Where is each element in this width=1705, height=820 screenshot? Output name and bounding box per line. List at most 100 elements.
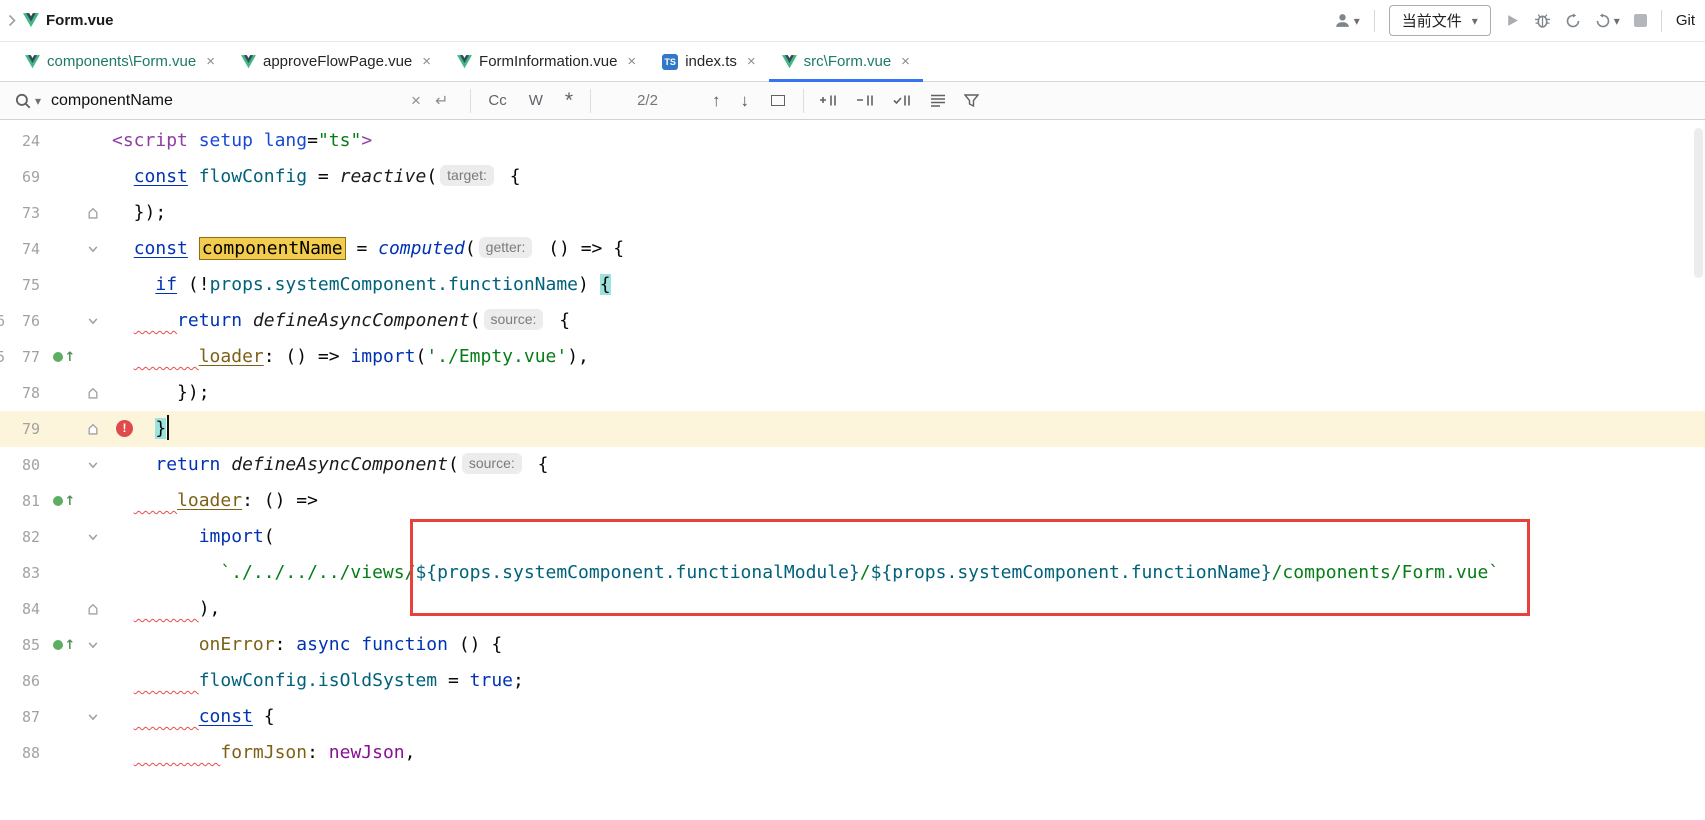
code-line-78[interactable]: 78 }); [0,375,1705,411]
code-text[interactable]: }); [104,195,1705,231]
fold-down-icon[interactable] [82,231,104,267]
code-text[interactable]: ), [104,591,1705,627]
fold-down-icon[interactable] [82,519,104,555]
code-text[interactable]: const { [104,699,1705,735]
scrollbar-thumb[interactable] [1694,128,1703,278]
search-mode-button[interactable]: ▾ [14,92,41,110]
whole-words-toggle[interactable]: W [529,92,543,109]
tab-index.ts[interactable]: TSindex.ts× [649,42,768,81]
code-line-82[interactable]: 82 import( [0,519,1705,555]
code-line-77[interactable]: 577↑ loader: () => import('./Empty.vue')… [0,339,1705,375]
fold-down-icon[interactable] [82,699,104,735]
code-line-85[interactable]: 85↑ onError: async function () { [0,627,1705,663]
editor[interactable]: 24 <script setup lang="ts"> 69 const flowC… [0,120,1705,820]
code-line-83[interactable]: 83 `./../../../views/${props.systemCompo… [0,555,1705,591]
line-number[interactable]: 87 [0,699,46,735]
git-widget[interactable]: Git [1676,12,1695,29]
green-marker-icon[interactable] [53,640,63,650]
tab-close-icon[interactable]: × [627,53,636,70]
code-line-74[interactable]: 74 const componentName = computed(getter… [0,231,1705,267]
code-with-me-button[interactable]: ▾ [1334,12,1360,29]
code-line-88[interactable]: 88 formJson: newJson, [0,735,1705,771]
code-text[interactable]: <script setup lang="ts"> [104,123,1705,159]
tab-close-icon[interactable]: × [901,53,910,70]
fold-up-icon[interactable] [82,195,104,231]
code-line-87[interactable]: 87 const { [0,699,1705,735]
code-text[interactable]: `./../../../views/${props.systemComponen… [104,555,1705,591]
line-number[interactable]: 69 [0,159,46,195]
fold-down-icon[interactable] [82,447,104,483]
code-text[interactable]: loader: () => import('./Empty.vue'), [104,339,1705,375]
line-number[interactable]: 88 [0,735,46,771]
code-text[interactable]: onError: async function () { [104,627,1705,663]
fold-down-icon[interactable] [82,303,104,339]
gutter-implemented-marker[interactable]: ↑ [46,627,82,663]
code-text[interactable]: loader: () => [104,483,1705,519]
tab-approveflowpage.vue[interactable]: approveFlowPage.vue× [228,42,444,81]
line-number[interactable]: 76 [0,303,46,339]
code-text[interactable]: const flowConfig = reactive(target: { [104,159,1705,195]
code-text[interactable]: flowConfig.isOldSystem = true; [104,663,1705,699]
breadcrumb-file-name[interactable]: Form.vue [46,12,114,29]
code-line-73[interactable]: 73 }); [0,195,1705,231]
green-marker-icon[interactable] [53,496,63,506]
select-all-occurrences-button[interactable] [893,93,912,108]
code-text[interactable]: import( [104,519,1705,555]
line-number[interactable]: 77 [0,339,46,375]
previous-occurrence-button[interactable]: ↑ [712,91,721,111]
line-number[interactable]: 78 [0,375,46,411]
code-text[interactable]: return defineAsyncComponent(source: { [104,447,1705,483]
code-line-24[interactable]: 24 <script setup lang="ts"> [0,123,1705,159]
line-number[interactable]: 74 [0,231,46,267]
line-number[interactable]: 83 [0,555,46,591]
tab-components-form.vue[interactable]: components\Form.vue× [12,42,228,81]
run-button[interactable] [1505,13,1520,28]
fold-up-icon[interactable] [82,591,104,627]
green-marker-icon[interactable] [53,352,63,362]
add-selection-button[interactable] [819,93,838,108]
code-line-81[interactable]: 81↑ loader: () => [0,483,1705,519]
tab-close-icon[interactable]: × [206,53,215,70]
line-number[interactable]: 81 [0,483,46,519]
code-text[interactable]: const componentName = computed(getter: (… [104,231,1705,267]
code-line-79[interactable]: 79! } [0,411,1705,447]
line-number[interactable]: 24 [0,123,46,159]
gutter-implemented-marker[interactable]: ↑ [46,339,82,375]
gutter-implemented-marker[interactable]: ↑ [46,483,82,519]
code-area[interactable]: 24 <script setup lang="ts"> 69 const flowC… [0,123,1705,771]
line-number[interactable]: 80 [0,447,46,483]
code-text[interactable]: return defineAsyncComponent(source: { [104,303,1705,339]
profiler-button[interactable] [1565,13,1581,29]
tab-close-icon[interactable]: × [422,53,431,70]
line-number[interactable]: 84 [0,591,46,627]
error-icon[interactable]: ! [116,420,133,437]
code-line-86[interactable]: 86 flowConfig.isOldSystem = true; [0,663,1705,699]
next-occurrence-button[interactable]: ↓ [740,91,749,111]
line-number[interactable]: 82 [0,519,46,555]
debug-button[interactable] [1534,12,1551,29]
code-line-80[interactable]: 80 return defineAsyncComponent(source: { [0,447,1705,483]
code-line-84[interactable]: 84 ), [0,591,1705,627]
clear-search-icon[interactable]: × [411,91,421,111]
tab-forminformation.vue[interactable]: FormInformation.vue× [444,42,649,81]
filter-button[interactable] [964,94,979,108]
tab-close-icon[interactable]: × [747,53,756,70]
fold-down-icon[interactable] [82,627,104,663]
code-text[interactable]: } [104,411,1705,447]
line-number[interactable]: 79 [0,411,46,447]
match-case-toggle[interactable]: Cc [488,92,506,109]
find-in-selection-button[interactable] [771,95,785,106]
new-line-icon[interactable]: ↵ [435,91,448,111]
stop-button[interactable] [1634,14,1647,27]
tab-src-form.vue[interactable]: src\Form.vue× [769,42,923,81]
line-number[interactable]: 86 [0,663,46,699]
code-text[interactable]: if (!props.systemComponent.functionName)… [104,267,1705,303]
fold-up-icon[interactable] [82,375,104,411]
run-configuration-select[interactable]: 当前文件 ▾ [1389,5,1491,36]
search-input[interactable]: componentName [51,92,411,110]
line-number[interactable]: 85 [0,627,46,663]
fold-up-icon[interactable] [82,411,104,447]
regex-toggle[interactable]: * [565,96,573,106]
remove-selection-button[interactable] [856,93,875,108]
code-text[interactable]: formJson: newJson, [104,735,1705,771]
